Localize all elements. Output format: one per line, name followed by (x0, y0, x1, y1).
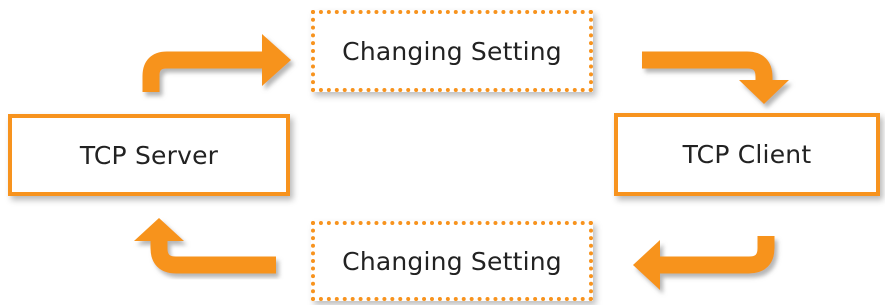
curved-arrow-up-icon (134, 218, 276, 274)
tcp-server-node: TCP Server (8, 114, 290, 196)
curved-arrow-right-icon (142, 34, 291, 92)
curved-arrow-down-icon (642, 51, 789, 104)
tcp-cycle-diagram: TCP Server TCP Client Changing Setting C… (0, 0, 885, 305)
curved-arrow-left-icon (633, 236, 775, 290)
changing-setting-bottom-label: Changing Setting (342, 246, 562, 276)
changing-setting-bottom-node: Changing Setting (311, 221, 593, 301)
changing-setting-top-node: Changing Setting (311, 10, 593, 92)
tcp-client-node: TCP Client (614, 113, 880, 196)
tcp-client-label: TCP Client (682, 140, 812, 169)
changing-setting-top-label: Changing Setting (342, 36, 562, 66)
tcp-server-label: TCP Server (79, 140, 219, 170)
